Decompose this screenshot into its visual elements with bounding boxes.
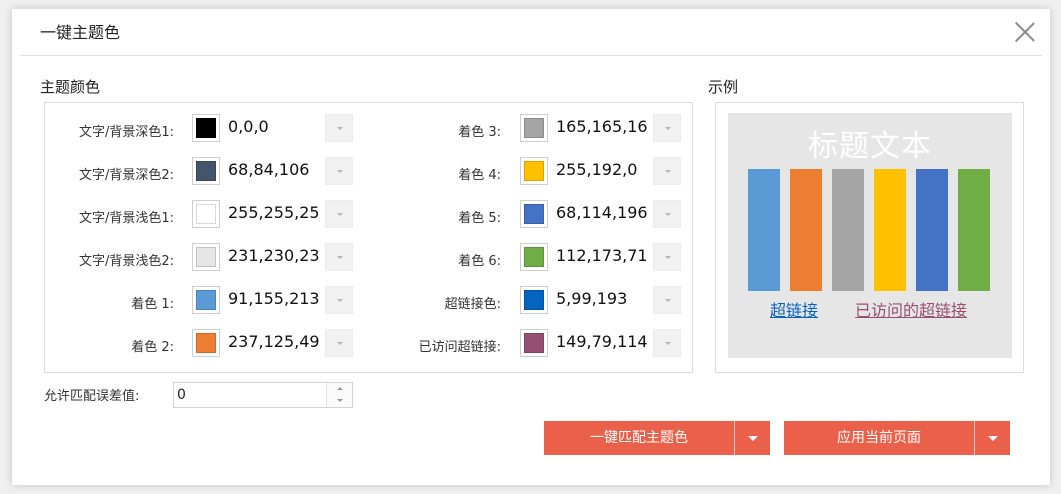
color-dropdown-icon[interactable] <box>653 286 681 314</box>
color-value[interactable]: 165,165,16 <box>556 117 656 136</box>
preview-accent-bar <box>916 169 948 291</box>
preview-accent-bar <box>790 169 822 291</box>
tolerance-label: 允许匹配误差值: <box>44 389 140 404</box>
color-swatch[interactable] <box>520 200 548 228</box>
color-dropdown-icon[interactable] <box>325 286 353 314</box>
preview-accent-bar <box>958 169 990 291</box>
color-swatch-fill <box>196 118 216 138</box>
theme-colors-heading: 主题颜色 <box>40 78 101 96</box>
preview-accent-bar <box>832 169 864 291</box>
color-dropdown-icon[interactable] <box>653 329 681 357</box>
color-swatch-fill <box>524 204 544 224</box>
apply-page-button[interactable]: 应用当前页面 <box>784 421 974 455</box>
color-value[interactable]: 68,114,196 <box>556 203 656 222</box>
color-dropdown-icon[interactable] <box>653 114 681 142</box>
color-dropdown-icon[interactable] <box>325 329 353 357</box>
match-theme-split-button: 一键匹配主题色 <box>544 421 770 455</box>
color-value[interactable]: 0,0,0 <box>228 117 328 136</box>
color-dropdown-icon[interactable] <box>653 200 681 228</box>
color-swatch[interactable] <box>520 329 548 357</box>
color-swatch-fill <box>524 247 544 267</box>
preview-accent-bar <box>874 169 906 291</box>
color-label: 文字/背景浅色1: <box>78 211 174 226</box>
preview-canvas: 标题文本 超链接 已访问的超链接 <box>728 113 1012 358</box>
color-value[interactable]: 255,255,25 <box>228 203 328 222</box>
color-label: 着色 6: <box>458 254 501 269</box>
color-label: 着色 3: <box>458 125 501 140</box>
color-value[interactable]: 68,84,106 <box>228 160 328 179</box>
color-dropdown-icon[interactable] <box>325 114 353 142</box>
apply-page-dropdown-icon[interactable] <box>974 421 1010 455</box>
color-label: 着色 1: <box>131 297 174 312</box>
apply-page-split-button: 应用当前页面 <box>784 421 1010 455</box>
preview-accent-bar <box>748 169 780 291</box>
color-label: 超链接色: <box>444 297 501 312</box>
tolerance-stepper[interactable] <box>173 382 353 408</box>
color-swatch[interactable] <box>520 114 548 142</box>
color-swatch-fill <box>196 161 216 181</box>
dialog-title: 一键主题色 <box>40 23 121 42</box>
color-swatch-fill <box>524 118 544 138</box>
color-label: 文字/背景浅色2: <box>78 254 174 269</box>
preview-hyperlink[interactable]: 超链接 <box>770 297 818 321</box>
color-dropdown-icon[interactable] <box>653 243 681 271</box>
color-swatch[interactable] <box>192 243 220 271</box>
color-swatch-fill <box>524 161 544 181</box>
color-label: 着色 4: <box>458 168 501 183</box>
preview-visited-hyperlink[interactable]: 已访问的超链接 <box>855 297 967 321</box>
color-dropdown-icon[interactable] <box>325 200 353 228</box>
tolerance-input[interactable] <box>174 383 324 407</box>
color-swatch[interactable] <box>192 157 220 185</box>
color-swatch-fill <box>524 333 544 353</box>
color-swatch[interactable] <box>192 114 220 142</box>
close-icon[interactable] <box>1014 21 1036 43</box>
preview-heading-text: 标题文本 <box>808 129 932 164</box>
color-swatch-fill <box>196 247 216 267</box>
color-dropdown-icon[interactable] <box>325 157 353 185</box>
color-swatch-fill <box>524 290 544 310</box>
color-value[interactable]: 112,173,71 <box>556 246 656 265</box>
spin-down-icon[interactable] <box>327 395 353 407</box>
color-value[interactable]: 231,230,23 <box>228 246 328 265</box>
color-label: 已访问超链接: <box>418 340 501 355</box>
color-swatch[interactable] <box>520 157 548 185</box>
color-value[interactable]: 255,192,0 <box>556 160 656 179</box>
color-swatch-fill <box>196 333 216 353</box>
color-swatch-fill <box>196 204 216 224</box>
preview-heading: 示例 <box>708 78 739 96</box>
color-dropdown-icon[interactable] <box>325 243 353 271</box>
color-swatch[interactable] <box>520 286 548 314</box>
tolerance-spinner <box>326 383 352 407</box>
color-label: 文字/背景深色1: <box>78 125 174 140</box>
color-swatch[interactable] <box>192 200 220 228</box>
spin-up-icon[interactable] <box>327 383 353 395</box>
color-swatch[interactable] <box>192 286 220 314</box>
color-label: 文字/背景深色2: <box>78 168 174 183</box>
match-theme-dropdown-icon[interactable] <box>734 421 770 455</box>
color-value[interactable]: 149,79,114 <box>556 332 656 351</box>
title-divider <box>20 55 1042 56</box>
color-value[interactable]: 91,155,213 <box>228 289 328 308</box>
color-label: 着色 2: <box>131 340 174 355</box>
color-value[interactable]: 5,99,193 <box>556 289 656 308</box>
color-swatch[interactable] <box>192 329 220 357</box>
theme-color-dialog: 一键主题色 主题颜色 示例 文字/背景深色1: 0,0,0 文字/背景深色2: 68,… <box>12 9 1050 485</box>
match-theme-button[interactable]: 一键匹配主题色 <box>544 421 734 455</box>
color-swatch-fill <box>196 290 216 310</box>
color-value[interactable]: 237,125,49 <box>228 332 328 351</box>
color-dropdown-icon[interactable] <box>653 157 681 185</box>
color-label: 着色 5: <box>458 211 501 226</box>
color-swatch[interactable] <box>520 243 548 271</box>
